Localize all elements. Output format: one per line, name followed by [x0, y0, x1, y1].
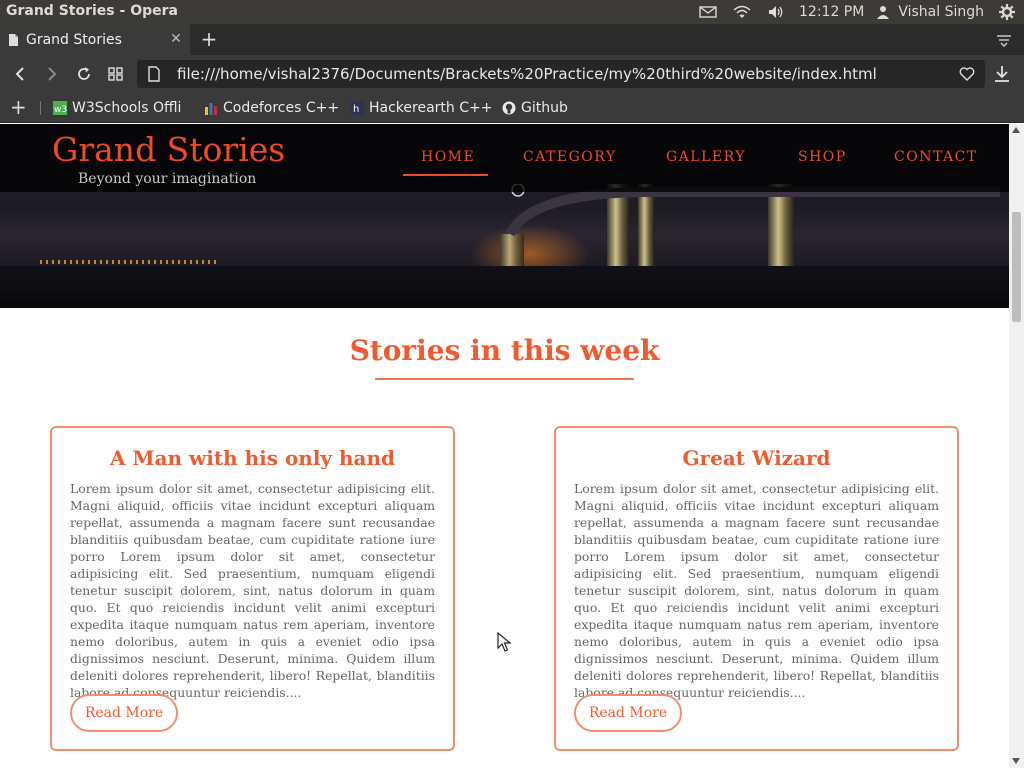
address-bar: file:///home/vishal2376/Documents/Bracke… [0, 55, 1024, 93]
section-title: Stories in this week [349, 334, 660, 367]
back-icon[interactable] [9, 63, 31, 85]
mail-icon[interactable] [697, 4, 719, 20]
scroll-down-arrow-icon[interactable] [1012, 758, 1020, 764]
w3schools-icon: w3 [53, 101, 67, 115]
bookmarks-separator [40, 101, 41, 115]
nav-gallery[interactable]: GALLERY [666, 149, 746, 165]
page-icon [9, 33, 18, 46]
window-title: Grand Stories - Opera [6, 3, 178, 19]
shore-lights [40, 260, 220, 264]
story-excerpt: Lorem ipsum dolor sit amet, consectetur … [574, 481, 939, 700]
os-top-bar: Grand Stories - Opera 12:12 PM Vishal Si… [0, 0, 1024, 24]
bookmarks-bar: + w3 W3Schools Offli Codeforces C++ h Ha… [0, 93, 1024, 123]
site-logo[interactable]: Grand Stories [52, 130, 285, 169]
bridge-span [505, 184, 1000, 237]
download-icon[interactable] [992, 64, 1012, 84]
tab-menu-icon[interactable] [994, 30, 1014, 50]
story-title: A Man with his only hand [109, 446, 396, 470]
read-more-button[interactable]: Read More [70, 694, 178, 732]
hackerearth-icon: h [350, 101, 364, 115]
bookmark-w3schools[interactable]: w3 W3Schools Offli [53, 99, 185, 117]
url-field[interactable]: file:///home/vishal2376/Documents/Bracke… [137, 60, 985, 88]
hero-water [0, 266, 1009, 308]
scroll-up-arrow-icon[interactable] [1012, 127, 1020, 133]
bookmark-github[interactable]: Github [502, 99, 568, 117]
bookmark-hackerearth[interactable]: h Hackerearth C++ [350, 99, 492, 117]
url-text[interactable]: file:///home/vishal2376/Documents/Bracke… [177, 65, 877, 83]
nav-shop[interactable]: SHOP [798, 149, 847, 165]
svg-text:w3: w3 [54, 105, 67, 115]
github-icon [502, 101, 516, 115]
heart-bookmark-icon[interactable] [959, 66, 975, 82]
nav-contact[interactable]: CONTACT [894, 149, 978, 165]
os-indicators: 12:12 PM Vishal Singh [691, 0, 1024, 24]
bookmark-codeforces[interactable]: Codeforces C++ [204, 99, 339, 117]
clock[interactable]: 12:12 PM [799, 4, 864, 20]
close-icon[interactable]: ✕ [168, 31, 184, 47]
forward-icon[interactable] [41, 63, 63, 85]
hero-banner: Grand Stories Beyond your imagination HO… [0, 124, 1009, 308]
settings-gear-icon[interactable] [996, 4, 1018, 20]
wifi-icon[interactable] [731, 4, 753, 20]
reload-icon[interactable] [73, 63, 95, 85]
mouse-cursor-icon [497, 632, 511, 652]
page-viewport: Grand Stories Beyond your imagination HO… [0, 124, 1009, 768]
nav-category[interactable]: CATEGORY [523, 149, 617, 165]
story-card: A Man with his only hand Lorem ipsum dol… [50, 426, 455, 751]
tab-bar: Grand Stories ✕ + [0, 24, 1024, 55]
story-excerpt: Lorem ipsum dolor sit amet, consectetur … [70, 481, 435, 700]
story-title: Great Wizard [682, 446, 831, 470]
story-card: Great Wizard Lorem ipsum dolor sit amet,… [554, 426, 959, 751]
tab-grand-stories[interactable]: Grand Stories ✕ [0, 24, 190, 55]
tab-title: Grand Stories [26, 31, 122, 48]
speed-dial-grid-icon[interactable] [105, 63, 127, 85]
nav-home[interactable]: HOME [421, 149, 475, 165]
active-nav-indicator [403, 174, 488, 176]
codeforces-icon [205, 103, 217, 115]
site-tagline: Beyond your imagination [78, 171, 257, 187]
read-more-button[interactable]: Read More [574, 694, 682, 732]
add-bookmark-plus-icon[interactable]: + [10, 97, 27, 117]
scrollbar-thumb[interactable] [1012, 212, 1021, 322]
user-icon [876, 4, 890, 20]
page-icon [148, 66, 160, 82]
page-scrollbar[interactable] [1009, 124, 1024, 768]
volume-icon[interactable] [765, 4, 787, 20]
new-tab-plus-icon[interactable]: + [198, 28, 220, 50]
user-name[interactable]: Vishal Singh [898, 4, 984, 20]
section-title-underline [375, 378, 634, 380]
svg-text:h: h [353, 104, 359, 115]
